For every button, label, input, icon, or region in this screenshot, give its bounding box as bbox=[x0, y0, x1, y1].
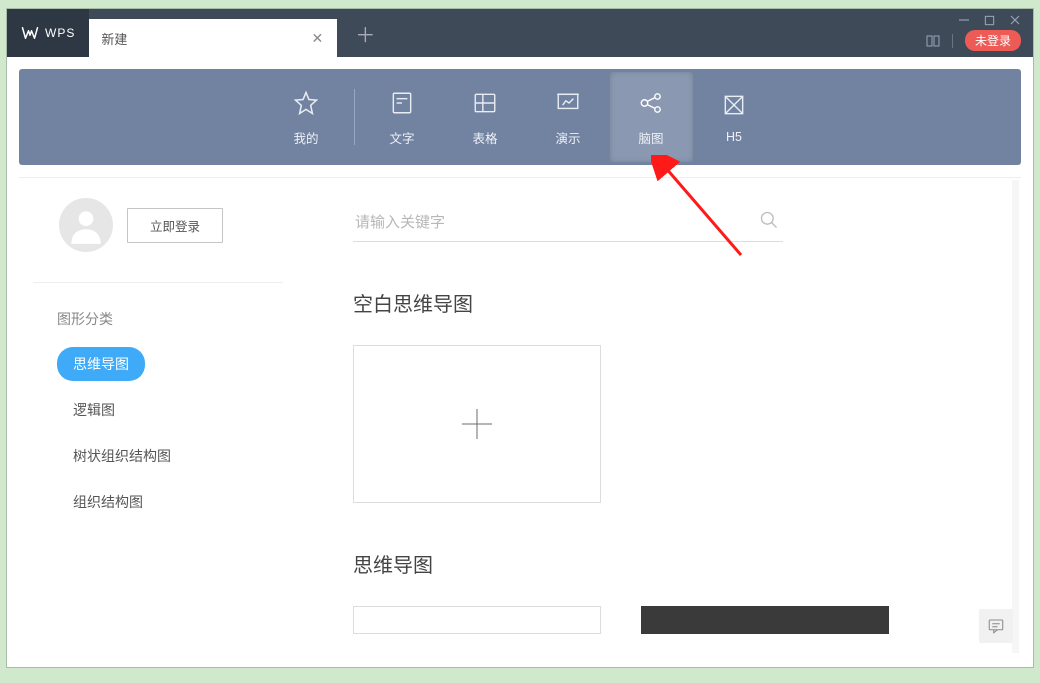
wps-brand-tab[interactable]: WPS bbox=[7, 9, 89, 57]
document-tab-active[interactable]: 新建 ✕ bbox=[89, 19, 337, 57]
catbar-label: 文字 bbox=[389, 128, 414, 147]
sidebar-item-org[interactable]: 组织结构图 bbox=[57, 485, 159, 519]
close-window-icon[interactable] bbox=[1009, 14, 1021, 26]
sidebar-item-mindmap[interactable]: 思维导图 bbox=[57, 347, 145, 381]
spreadsheet-icon bbox=[470, 88, 500, 118]
user-row: 立即登录 bbox=[33, 198, 283, 283]
cat-divider bbox=[354, 89, 355, 145]
minimize-icon[interactable] bbox=[958, 14, 970, 26]
feedback-icon bbox=[987, 617, 1005, 635]
wps-logo-icon bbox=[21, 26, 39, 40]
document-icon bbox=[387, 88, 417, 118]
document-tab-label: 新建 bbox=[101, 29, 127, 48]
search-input[interactable] bbox=[353, 208, 783, 242]
blank-mindmap-card[interactable] bbox=[353, 345, 601, 503]
main-split: 立即登录 图形分类 思维导图 逻辑图 树状组织结构图 组织结构图 bbox=[19, 177, 1021, 655]
layout-toggle-icon[interactable] bbox=[926, 34, 940, 48]
login-now-button[interactable]: 立即登录 bbox=[127, 208, 223, 243]
catbar-item-doc[interactable]: 文字 bbox=[361, 72, 444, 162]
catbar-label: 表格 bbox=[472, 128, 497, 147]
catbar-item-my[interactable]: 我的 bbox=[265, 72, 348, 162]
title-bar: WPS 新建 ✕ ＋ 未登录 bbox=[7, 9, 1033, 57]
user-silhouette-icon bbox=[65, 204, 107, 246]
sidebar: 立即登录 图形分类 思维导图 逻辑图 树状组织结构图 组织结构图 bbox=[19, 177, 303, 655]
catbar-item-presentation[interactable]: 演示 bbox=[527, 72, 610, 162]
app-window: WPS 新建 ✕ ＋ 未登录 bbox=[6, 8, 1034, 668]
title-bar-right: 未登录 bbox=[926, 30, 1033, 51]
maximize-icon[interactable] bbox=[984, 15, 995, 26]
catbar-item-h5[interactable]: H5 bbox=[693, 72, 776, 162]
avatar[interactable] bbox=[59, 198, 113, 252]
sidebar-item-tree-org[interactable]: 树状组织结构图 bbox=[57, 439, 187, 473]
search-wrap bbox=[353, 208, 783, 242]
content-area: 我的 文字 表格 演示 bbox=[7, 57, 1033, 667]
close-tab-icon[interactable]: ✕ bbox=[309, 30, 325, 46]
h5-icon bbox=[719, 90, 749, 120]
catbar-item-mindmap[interactable]: 脑图 bbox=[610, 72, 693, 162]
sidebar-category-list: 思维导图 逻辑图 树状组织结构图 组织结构图 bbox=[19, 347, 303, 519]
main-panel: 空白思维导图 思维导图 bbox=[303, 177, 1021, 655]
section-title-blank: 空白思维导图 bbox=[353, 288, 1021, 317]
search-icon[interactable] bbox=[759, 210, 779, 235]
window-controls bbox=[958, 9, 1033, 29]
template-thumb-light[interactable] bbox=[353, 606, 601, 634]
plus-icon bbox=[460, 407, 494, 441]
scrollbar[interactable] bbox=[1012, 180, 1019, 653]
sidebar-category-header: 图形分类 bbox=[19, 309, 303, 347]
catbar-label: 我的 bbox=[293, 128, 318, 147]
catbar-label: H5 bbox=[726, 130, 742, 144]
title-divider bbox=[952, 34, 953, 48]
category-bar: 我的 文字 表格 演示 bbox=[19, 69, 1021, 165]
login-status-pill[interactable]: 未登录 bbox=[965, 30, 1021, 51]
template-thumb-dark[interactable] bbox=[641, 606, 889, 634]
catbar-item-sheet[interactable]: 表格 bbox=[444, 72, 527, 162]
wps-brand-label: WPS bbox=[45, 26, 75, 40]
section-title-mindmap: 思维导图 bbox=[353, 549, 1021, 578]
mindmap-icon bbox=[636, 88, 666, 118]
star-icon bbox=[291, 88, 321, 118]
catbar-label: 脑图 bbox=[638, 128, 663, 147]
template-row bbox=[353, 606, 1021, 634]
presentation-icon bbox=[553, 88, 583, 118]
sidebar-item-logic[interactable]: 逻辑图 bbox=[57, 393, 131, 427]
new-tab-button[interactable]: ＋ bbox=[353, 21, 377, 45]
feedback-button[interactable] bbox=[979, 609, 1013, 643]
catbar-label: 演示 bbox=[555, 128, 580, 147]
